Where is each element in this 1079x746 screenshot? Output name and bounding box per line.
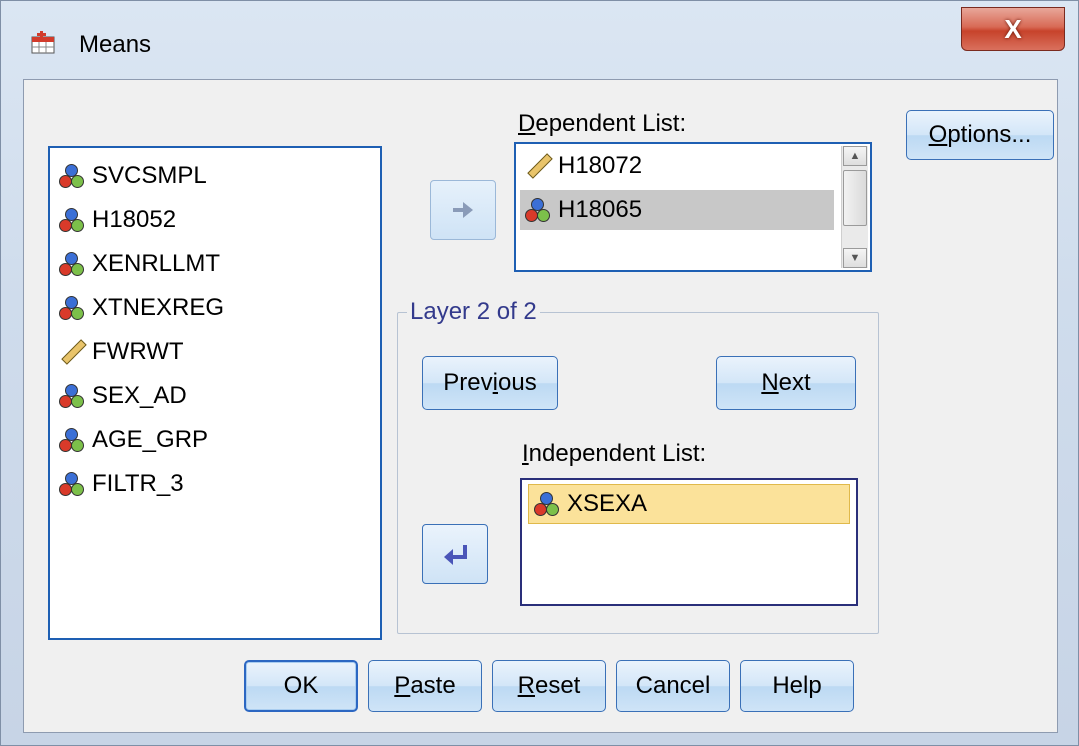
nominal-variable-icon xyxy=(58,206,86,234)
window-title: Means xyxy=(79,31,152,58)
list-item[interactable]: FILTR_3 xyxy=(58,464,184,504)
move-to-dependent-button[interactable] xyxy=(430,180,496,240)
scroll-up-icon[interactable]: ▲ xyxy=(843,146,867,166)
layer-title: Layer 2 of 2 xyxy=(407,298,540,326)
list-item-label: XENRLLMT xyxy=(92,250,221,277)
dependent-list-label-rest: ependent List: xyxy=(535,110,687,137)
list-item-label: AGE_GRP xyxy=(92,426,209,453)
list-item-label: FWRWT xyxy=(92,338,184,365)
next-layer-button[interactable]: Next xyxy=(716,356,856,410)
list-item[interactable]: H18072 xyxy=(524,146,642,186)
previous-layer-button[interactable]: Previous xyxy=(422,356,558,410)
reset-button-label: Reset xyxy=(517,672,581,699)
scroll-thumb[interactable] xyxy=(843,170,867,226)
nominal-variable-icon xyxy=(58,426,86,454)
options-button[interactable]: Options... xyxy=(906,110,1054,160)
nominal-variable-icon xyxy=(58,162,86,190)
list-item-label: XTNEXREG xyxy=(92,294,225,321)
nominal-variable-icon xyxy=(533,490,561,518)
list-item-label: FILTR_3 xyxy=(92,470,184,497)
dependent-list[interactable]: H18072 H18065 ▲ ▼ xyxy=(514,142,872,272)
independent-list[interactable]: XSEXA xyxy=(520,478,858,606)
nominal-variable-icon xyxy=(524,196,552,224)
paste-button[interactable]: Paste xyxy=(368,660,482,712)
help-button[interactable]: Help xyxy=(740,660,854,712)
dependent-list-label: Dependent List: xyxy=(518,110,687,137)
next-button-label: Next xyxy=(761,369,811,396)
move-to-independent-button[interactable] xyxy=(422,524,488,584)
list-item-label: H18052 xyxy=(92,206,177,233)
list-item-label: SEX_AD xyxy=(92,382,187,409)
scale-variable-icon xyxy=(58,338,87,366)
nominal-variable-icon xyxy=(58,294,86,322)
list-item[interactable]: SEX_AD xyxy=(58,376,187,416)
options-button-label: Options... xyxy=(928,121,1032,148)
means-dialog-window: Means X SVCSMPL H18052 XENRLLMT XTNEXREG FWR… xyxy=(0,0,1079,746)
close-icon: X xyxy=(1004,13,1022,44)
cancel-button-label: Cancel xyxy=(635,672,711,699)
list-item-label: SVCSMPL xyxy=(92,162,207,189)
list-item[interactable]: AGE_GRP xyxy=(58,420,208,460)
right-arrow-icon xyxy=(453,202,473,218)
nominal-variable-icon xyxy=(58,382,86,410)
dialog-client-area: SVCSMPL H18052 XENRLLMT XTNEXREG FWRWT SEX_AD… xyxy=(23,79,1058,733)
nominal-variable-icon xyxy=(58,470,86,498)
ok-button-label: OK xyxy=(283,672,319,699)
dependent-list-scrollbar[interactable]: ▲ ▼ xyxy=(841,146,868,268)
list-item[interactable]: XSEXA xyxy=(528,484,850,524)
list-item[interactable]: SVCSMPL xyxy=(58,156,207,196)
help-button-label: Help xyxy=(772,672,822,699)
source-variable-list[interactable]: SVCSMPL H18052 XENRLLMT XTNEXREG FWRWT SEX_AD… xyxy=(48,146,382,640)
close-button[interactable]: X xyxy=(961,7,1065,51)
list-item[interactable]: FWRWT xyxy=(58,332,184,372)
list-item[interactable]: H18052 xyxy=(58,200,176,240)
list-item-label: H18065 xyxy=(558,196,643,223)
previous-button-label: Previous xyxy=(443,369,537,396)
paste-button-label: Paste xyxy=(394,672,456,699)
scroll-down-icon[interactable]: ▼ xyxy=(843,248,867,268)
left-arrow-icon xyxy=(444,545,467,565)
reset-button[interactable]: Reset xyxy=(492,660,606,712)
cancel-button[interactable]: Cancel xyxy=(616,660,730,712)
list-item[interactable]: XTNEXREG xyxy=(58,288,224,328)
nominal-variable-icon xyxy=(58,250,86,278)
title-bar: Means X xyxy=(1,1,1079,71)
list-item[interactable]: H18065 xyxy=(520,190,834,230)
spss-app-icon xyxy=(31,31,55,54)
independent-list-label: Independent List: xyxy=(522,440,707,467)
list-item[interactable]: XENRLLMT xyxy=(58,244,220,284)
list-item-label: H18072 xyxy=(558,152,643,179)
ok-button[interactable]: OK xyxy=(244,660,358,712)
list-item-label: XSEXA xyxy=(567,490,648,517)
scale-variable-icon xyxy=(524,152,553,180)
